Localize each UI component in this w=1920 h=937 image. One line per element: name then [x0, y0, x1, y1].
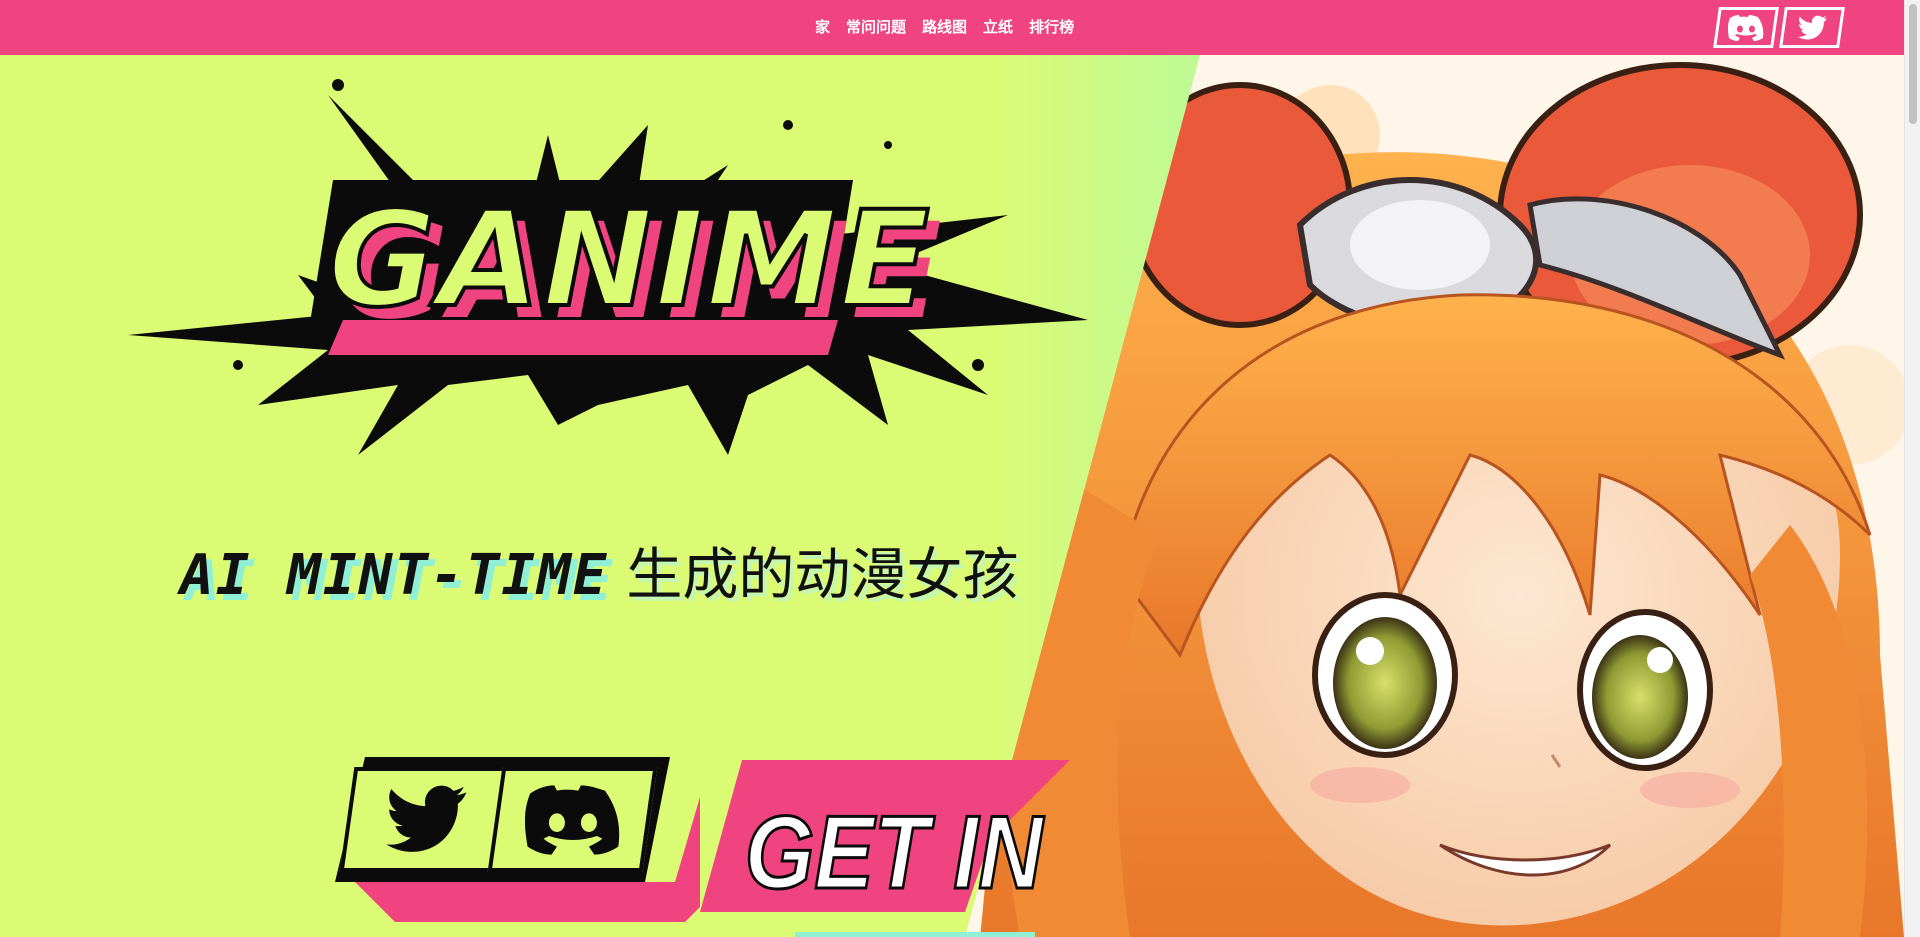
twitter-icon: [385, 785, 467, 852]
top-discord-button[interactable]: [1713, 7, 1779, 48]
ganime-logo: GANIME GANIME: [128, 65, 1088, 469]
hero-discord-button[interactable]: [487, 767, 658, 872]
discord-icon: [524, 784, 619, 855]
hero-social-buttons: [335, 757, 705, 926]
nav-faq[interactable]: 常问问题: [846, 16, 906, 37]
tagline-cjk: 生成的动漫女孩: [608, 543, 1019, 608]
hero-tagline: AI MINT-TIME 生成的动漫女孩: [180, 530, 1100, 611]
hero-twitter-button[interactable]: [339, 767, 510, 872]
logo-graphic: GANIME GANIME: [128, 79, 1088, 455]
bottom-accent-strip: [795, 932, 1035, 937]
page-scrollbar[interactable]: [1904, 0, 1920, 937]
top-twitter-button[interactable]: [1779, 7, 1845, 48]
nav-wallpaper[interactable]: 立纸: [983, 16, 1013, 37]
nav-leaderboard[interactable]: 排行榜: [1029, 16, 1074, 37]
nav-roadmap[interactable]: 路线图: [922, 16, 967, 37]
tagline-latin: AI MINT-TIME: [180, 543, 609, 608]
scrollbar-thumb[interactable]: [1909, 4, 1917, 124]
twitter-icon: [1798, 15, 1827, 39]
get-in-label: GET IN: [745, 794, 1045, 911]
discord-icon: [1728, 14, 1764, 41]
get-in-graphic: GET IN: [700, 760, 1070, 912]
main-nav: 家 常问问题 路线图 立纸 排行榜: [815, 16, 1074, 37]
top-navigation-bar: 家 常问问题 路线图 立纸 排行榜: [0, 0, 1904, 55]
get-in-button[interactable]: GET IN: [700, 760, 1080, 924]
logo-text: GANIME: [328, 183, 932, 337]
nav-home[interactable]: 家: [815, 16, 830, 37]
